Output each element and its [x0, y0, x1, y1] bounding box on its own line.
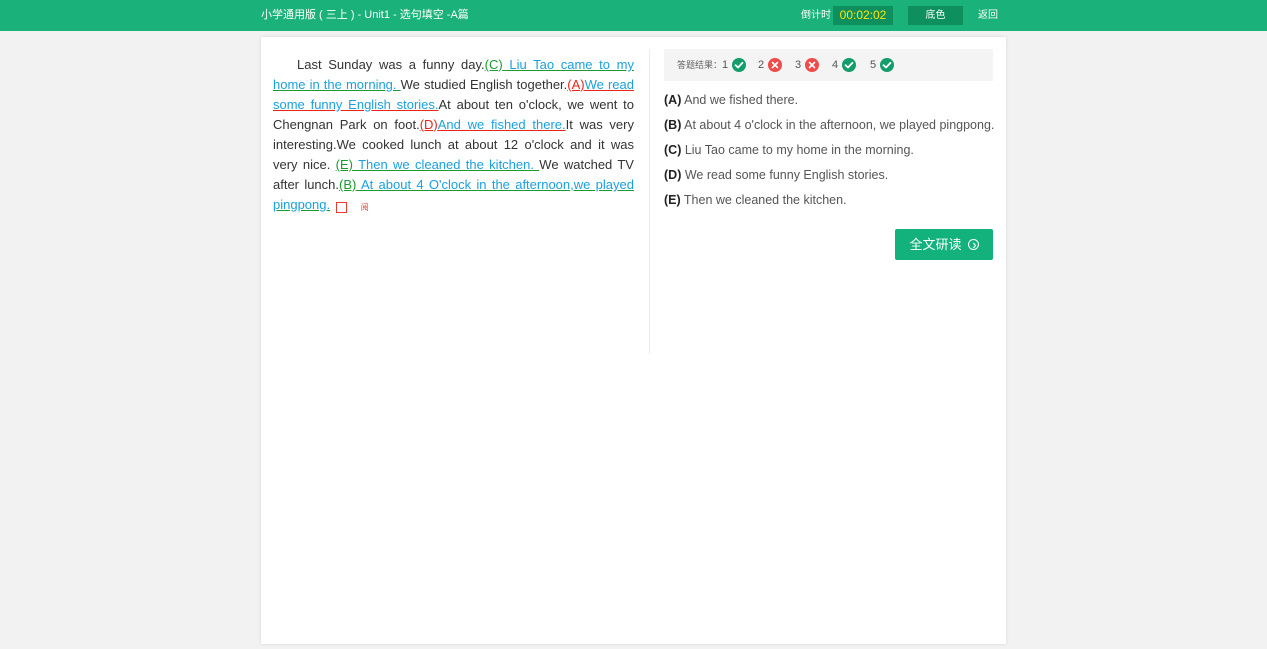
result-number: 5 [870, 59, 877, 71]
full-text-study-button[interactable]: 全文研读 [895, 229, 993, 260]
blank-4-label: (E) [335, 157, 353, 172]
options-list: (A) And we fished there. (B) At about 4 … [664, 90, 1004, 215]
result-item-3: 3 [795, 49, 801, 81]
blank-4[interactable]: (E) Then we cleaned the kitchen. [336, 157, 540, 172]
option-letter: (E) [664, 193, 681, 207]
top-bar: 小学通用版 ( 三上 ) - Unit1 - 选句填空 -A篇 倒计时 00:0… [0, 0, 1267, 31]
cross-icon [768, 58, 782, 72]
column-divider [649, 49, 650, 354]
reading-passage: Last Sunday was a funny day.(C) Liu Tao … [273, 55, 634, 215]
option-letter: (D) [664, 168, 682, 182]
option-text: At about 4 o'clock in the afternoon, we … [681, 118, 995, 132]
cross-icon [805, 58, 819, 72]
result-item-4: 4 [832, 49, 838, 81]
full-text-study-label: 全文研读 [909, 237, 962, 252]
page-title: 小学通用版 ( 三上 ) - Unit1 - 选句填空 -A篇 [261, 9, 469, 21]
back-link[interactable]: 返回 [978, 0, 998, 31]
result-number: 4 [832, 59, 839, 71]
countdown-timer: 00:02:02 [833, 6, 893, 25]
result-number: 3 [795, 59, 802, 71]
answer-results-bar: 答题结果： 1 2 3 4 5 [664, 49, 993, 81]
result-item-1: 1 [722, 49, 728, 81]
option-text: Then we cleaned the kitchen. [680, 193, 847, 207]
option-text: Liu Tao came to my home in the morning. [681, 143, 914, 157]
option-letter: (C) [664, 143, 682, 157]
check-icon [880, 58, 894, 72]
result-number: 2 [758, 59, 765, 71]
check-icon [732, 58, 746, 72]
option-text: We read some funny English stories. [681, 168, 889, 182]
option-a: (A) And we fished there. [664, 90, 1004, 115]
chevron-right-circle-icon [967, 239, 979, 250]
passage-text: Last Sunday was a funny day. [297, 57, 485, 72]
result-item-2: 2 [758, 49, 764, 81]
exercise-card: Last Sunday was a funny day.(C) Liu Tao … [261, 37, 1006, 644]
option-letter: (A) [664, 93, 682, 107]
result-number: 1 [722, 59, 729, 71]
option-c: (C) Liu Tao came to my home in the morni… [664, 140, 1004, 165]
blank-2-label: (A) [567, 77, 585, 92]
blank-5-label: (B) [339, 177, 357, 192]
option-e: (E) Then we cleaned the kitchen. [664, 190, 1004, 215]
blank-3-label: (D) [419, 117, 438, 132]
option-d: (D) We read some funny English stories. [664, 165, 1004, 190]
background-color-button[interactable]: 底色 [908, 6, 963, 25]
blank-4-answer: Then we cleaned the kitchen. [353, 157, 540, 172]
blank-3[interactable]: (D)And we fished there. [420, 117, 566, 132]
timer-label: 倒计时 [801, 10, 831, 21]
result-item-5: 5 [870, 49, 876, 81]
option-b: (B) At about 4 o'clock in the afternoon,… [664, 115, 1004, 140]
passage-text: We studied English together. [400, 77, 568, 92]
blank-3-answer: And we fished there. [437, 117, 566, 132]
results-label: 答题结果： [677, 60, 723, 70]
blank-1-label: (C) [484, 57, 503, 72]
option-letter: (B) [664, 118, 682, 132]
option-text: And we fished there. [681, 93, 799, 107]
analysis-note-icon[interactable]: 阅 [335, 202, 369, 213]
check-icon [842, 58, 856, 72]
